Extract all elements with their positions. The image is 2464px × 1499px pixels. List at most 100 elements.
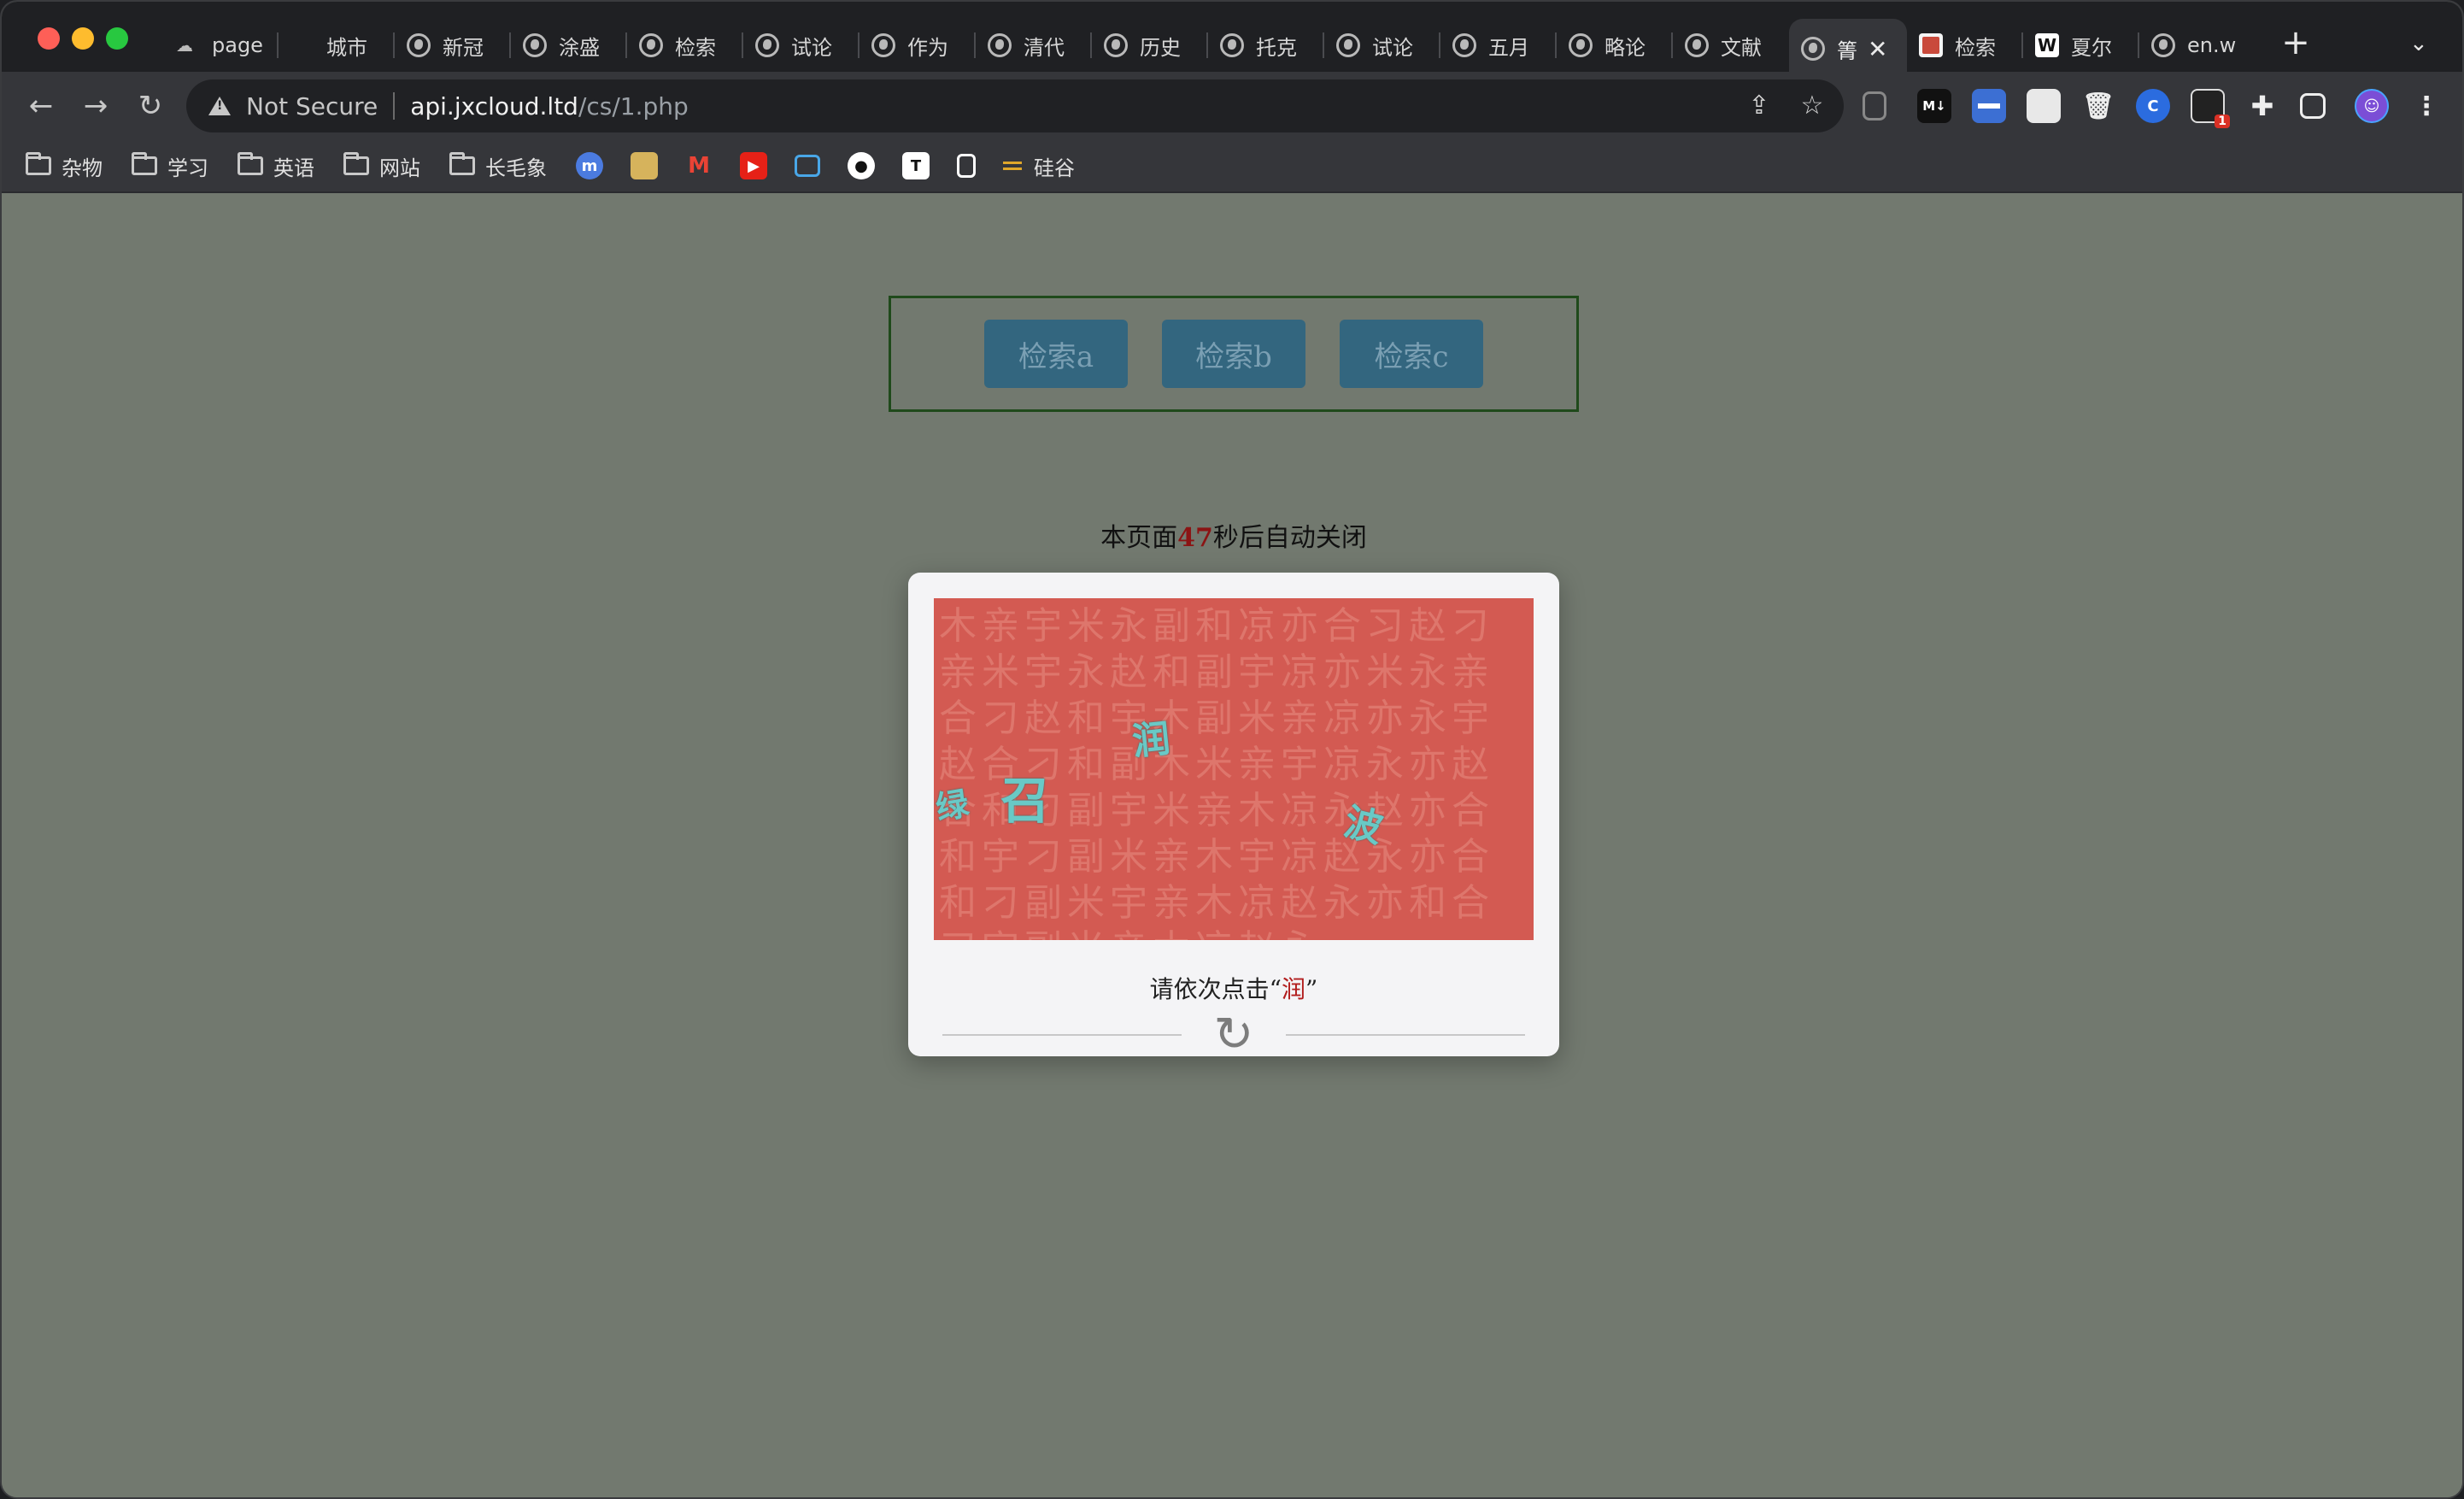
search-a-button[interactable]: 检索a bbox=[984, 320, 1128, 388]
tab[interactable]: 略论 bbox=[1557, 19, 1673, 72]
zoom-window-button[interactable] bbox=[106, 27, 128, 50]
tab-list: ☁ page 城市 新冠 涂盛 检索 试论 作为 清代 历史 托克 试论 五月 … bbox=[164, 19, 2256, 79]
red-square-icon bbox=[1919, 33, 1943, 57]
close-window-button[interactable] bbox=[38, 27, 60, 50]
side-panel-icon[interactable] bbox=[2300, 93, 2326, 119]
minimize-window-button[interactable] bbox=[72, 27, 94, 50]
url-path: /cs/1.php bbox=[578, 91, 689, 121]
tab[interactable]: en.w bbox=[2139, 19, 2256, 72]
captcha-char[interactable]: 润 bbox=[1129, 708, 1172, 766]
tab[interactable]: 检索 bbox=[627, 19, 743, 72]
tab[interactable]: 历史 bbox=[1092, 19, 1208, 72]
youtube-icon[interactable]: ▶ bbox=[740, 152, 767, 179]
github-extension-icon[interactable]: 1 bbox=[2191, 89, 2230, 128]
captcha-target-char: 润 bbox=[1281, 975, 1305, 1003]
close-tab-icon[interactable]: ✕ bbox=[1868, 35, 1887, 63]
page-content: 检索a 检索b 检索c 本页面47秒后自动关闭 木亲宇米永副和凉亦合习赵刁亲米宇… bbox=[2, 193, 2462, 1497]
bookmark-folder[interactable]: 英语 bbox=[238, 151, 314, 181]
puzzle-extensions-icon[interactable]: ✚ bbox=[2245, 89, 2279, 123]
tab[interactable]: 五月 bbox=[1440, 19, 1557, 72]
tab[interactable]: 清代 bbox=[976, 19, 1092, 72]
captcha-footer: ↻ bbox=[942, 1010, 1525, 1061]
globe-icon bbox=[523, 33, 547, 57]
countdown-seconds: 47 bbox=[1177, 523, 1213, 553]
markdown-extension-icon[interactable]: M↓ bbox=[1917, 89, 1951, 123]
tab[interactable]: 作为 bbox=[859, 19, 976, 72]
globe-icon bbox=[1685, 33, 1709, 57]
captcha-instruction: 请依次点击“润” bbox=[1149, 975, 1318, 1003]
layout-extension-icon[interactable] bbox=[1972, 89, 2006, 123]
bookmarks-bar: 杂物 学习 英语 网站 长毛象 m M ▶ ● T 硅谷 bbox=[2, 140, 2462, 193]
folder-icon bbox=[238, 152, 263, 175]
copy-extension-icon[interactable] bbox=[1863, 91, 1886, 121]
tab[interactable]: 检索 bbox=[1907, 19, 2023, 72]
tab[interactable]: W 夏尔 bbox=[2023, 19, 2139, 72]
url-host: api.jxcloud.ltd bbox=[410, 91, 578, 121]
globe-icon bbox=[1336, 33, 1360, 57]
globe-icon bbox=[871, 33, 895, 57]
tab[interactable]: 新冠 bbox=[395, 19, 511, 72]
trash-extension-icon[interactable]: 🗑 bbox=[2081, 89, 2115, 123]
document-extension-icon[interactable] bbox=[2027, 89, 2061, 123]
reload-icon[interactable]: ↻ bbox=[132, 87, 169, 125]
extension-badge: 1 bbox=[2215, 115, 2230, 128]
tab[interactable]: 托克 bbox=[1208, 19, 1324, 72]
tab-search-chevron-icon[interactable]: ⌄ bbox=[2409, 31, 2428, 56]
security-status[interactable]: Not Secure bbox=[246, 92, 378, 121]
forward-arrow-icon[interactable]: → bbox=[77, 87, 114, 125]
globe-icon bbox=[755, 33, 779, 57]
profile-avatar[interactable]: ☺ bbox=[2355, 89, 2389, 123]
folder-icon bbox=[343, 152, 369, 175]
mastodon-icon[interactable]: m bbox=[576, 152, 603, 179]
tab[interactable]: 城市 bbox=[279, 19, 395, 72]
tab[interactable]: 涂盛 bbox=[511, 19, 627, 72]
tab[interactable]: ☁ page bbox=[164, 19, 279, 72]
address-bar[interactable]: Not Secure api.jxcloud.ltd/cs/1.php ⇪ ☆ bbox=[186, 79, 1844, 132]
refresh-icon[interactable]: ↻ bbox=[1209, 1010, 1258, 1060]
github-icon[interactable]: ● bbox=[848, 152, 875, 179]
t-icon[interactable]: T bbox=[902, 152, 930, 179]
globe-icon bbox=[1801, 37, 1825, 61]
tab[interactable]: 试论 bbox=[743, 19, 859, 72]
tab[interactable]: 文献 bbox=[1673, 19, 1789, 72]
captcha-char[interactable]: 召 bbox=[1000, 761, 1050, 832]
tablet-icon[interactable] bbox=[957, 154, 976, 178]
silicon-valley-icon bbox=[1003, 162, 1022, 170]
globe-icon bbox=[1104, 33, 1128, 57]
bookmark-folder[interactable]: 学习 bbox=[132, 151, 208, 181]
folder-icon bbox=[26, 152, 51, 175]
tab-active[interactable]: 箐 ✕ bbox=[1789, 19, 1907, 79]
sync-extension-icon[interactable]: C bbox=[2136, 89, 2170, 123]
bookmark-folder[interactable]: 杂物 bbox=[26, 151, 103, 181]
globe-icon bbox=[1569, 33, 1593, 57]
bookmark-folder[interactable]: 网站 bbox=[343, 151, 420, 181]
new-tab-button[interactable]: + bbox=[2279, 26, 2313, 62]
globe-icon bbox=[2151, 33, 2175, 57]
folder-icon bbox=[449, 152, 475, 175]
globe-icon bbox=[1452, 33, 1476, 57]
bookmark-star-icon[interactable]: ☆ bbox=[1796, 90, 1828, 122]
globe-icon bbox=[407, 33, 431, 57]
bookmark-link[interactable]: 硅谷 bbox=[1003, 151, 1075, 181]
bookmark-folder[interactable]: 长毛象 bbox=[449, 151, 547, 181]
auto-close-countdown: 本页面47秒后自动关闭 bbox=[1100, 523, 1367, 553]
wikipedia-icon: W bbox=[2035, 33, 2059, 57]
captcha-panel: 木亲宇米永副和凉亦合习赵刁亲米宇永赵和副宇凉亦米永亲合刁赵和宇木副米亲凉亦永宇赵… bbox=[908, 573, 1559, 1060]
warning-icon bbox=[208, 97, 231, 115]
gmail-icon[interactable]: M bbox=[685, 152, 713, 179]
globe-icon bbox=[1220, 33, 1244, 57]
bilibili-icon[interactable] bbox=[795, 155, 820, 177]
divider bbox=[1286, 1034, 1525, 1036]
share-icon[interactable]: ⇪ bbox=[1743, 90, 1775, 122]
browser-window: ☁ page 城市 新冠 涂盛 检索 试论 作为 清代 历史 托克 试论 五月 … bbox=[0, 0, 2464, 1499]
globe-icon bbox=[988, 33, 1012, 57]
globe-icon bbox=[639, 33, 663, 57]
book-icon[interactable] bbox=[631, 152, 658, 179]
menu-kebab-icon[interactable]: ⋮ bbox=[2409, 89, 2443, 123]
search-c-button[interactable]: 检索c bbox=[1340, 320, 1483, 388]
search-b-button[interactable]: 检索b bbox=[1162, 320, 1305, 388]
back-arrow-icon[interactable]: ← bbox=[22, 87, 60, 125]
captcha-image[interactable]: 木亲宇米永副和凉亦合习赵刁亲米宇永赵和副宇凉亦米永亲合刁赵和宇木副米亲凉亦永宇赵… bbox=[934, 598, 1534, 940]
tab[interactable]: 试论 bbox=[1324, 19, 1440, 72]
blank-icon bbox=[290, 33, 314, 57]
